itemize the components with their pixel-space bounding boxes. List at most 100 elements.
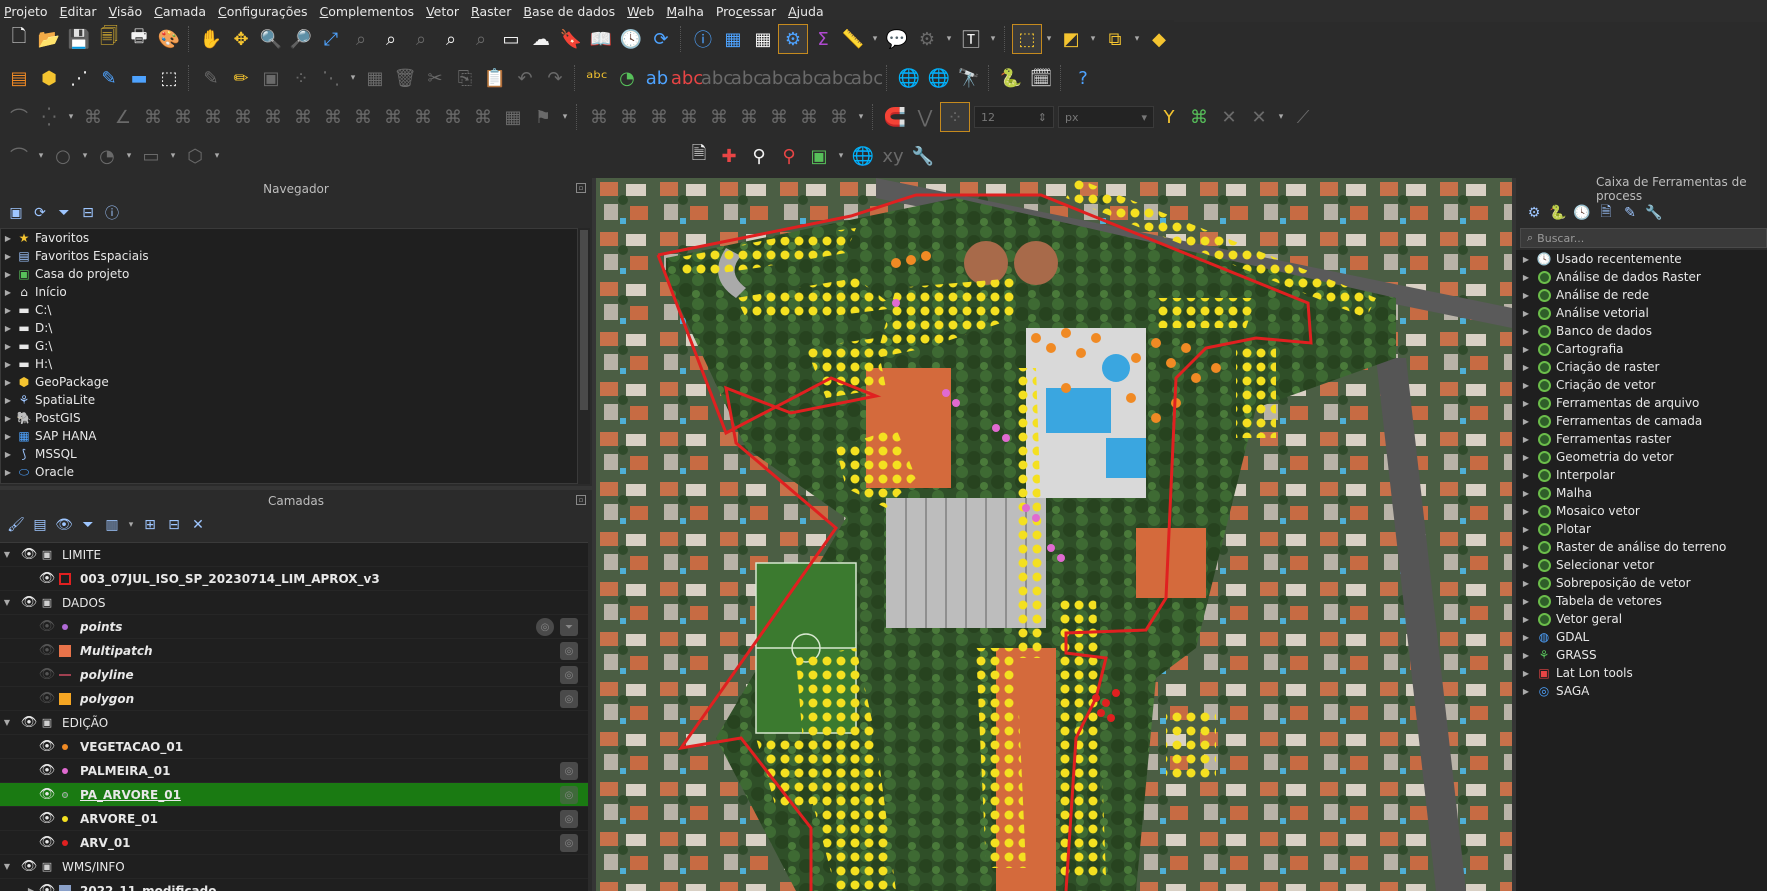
label-layer-icon[interactable]: ᵃᵇᶜ <box>582 63 612 93</box>
new-temp-layer-icon[interactable]: ⋰ <box>64 63 94 93</box>
add-wms-icon[interactable]: 🌐 <box>894 63 924 93</box>
expand-all-icon[interactable]: ⊞ <box>138 513 162 537</box>
expand-arrow-icon[interactable]: ▶ <box>1 306 15 315</box>
float-panel-icon[interactable]: ▫ <box>576 495 586 505</box>
browser-item-7[interactable]: ▶ ▬ H:\ <box>1 355 577 373</box>
layer-item-polyline[interactable]: 👁 polyline ◎ <box>0 663 588 687</box>
indicator-icon[interactable]: ◎ <box>560 834 578 852</box>
delete-selected-icon[interactable]: 🗑 <box>390 63 420 93</box>
add-wfs-icon[interactable]: 🌐 <box>924 63 954 93</box>
filter-indicator-icon[interactable]: ⏷ <box>560 618 578 636</box>
add-group-icon[interactable]: ▤ <box>28 513 52 537</box>
attribute-table-icon[interactable]: ▦ <box>718 24 748 54</box>
menu-item-3[interactable]: Camada <box>154 4 214 19</box>
toolbox-group-10[interactable]: ▶ Ferramentas raster <box>1516 430 1767 448</box>
expand-arrow-icon[interactable]: ▶ <box>1516 633 1536 642</box>
expand-arrow-icon[interactable]: ▶ <box>1 468 15 477</box>
collapse-arrow-icon[interactable]: ▼ <box>0 598 14 607</box>
indicator-icon[interactable]: ◎ <box>560 690 578 708</box>
select-location-icon[interactable]: ◆ <box>1144 24 1174 54</box>
menu-item-8[interactable]: Base de dados <box>523 4 623 19</box>
zoom-next-icon[interactable]: ⌕ <box>466 24 496 54</box>
highlight-labels-icon[interactable]: ab <box>642 63 672 93</box>
processing-toolbox-icon[interactable]: ⚙ <box>778 24 808 54</box>
gps-icon[interactable]: ✚ <box>714 141 744 171</box>
zoom-layer-icon[interactable]: ⌕ <box>376 24 406 54</box>
redo-icon[interactable]: ↷ <box>540 63 570 93</box>
eye-hidden-icon[interactable]: 👁 <box>38 667 56 682</box>
toolbox-group-12[interactable]: ▶ Interpolar <box>1516 466 1767 484</box>
modify-attributes-icon[interactable]: ▦ <box>360 63 390 93</box>
filter-dropdown-icon[interactable]: ▾ <box>124 510 138 540</box>
actions-dropdown-icon[interactable]: ▾ <box>942 24 956 54</box>
browser-item-11[interactable]: ▶ ▦ SAP HANA <box>1 427 577 445</box>
python-console-icon[interactable]: 🐍 <box>996 63 1026 93</box>
menu-item-4[interactable]: Configurações <box>218 4 316 19</box>
expand-arrow-icon[interactable]: ▶ <box>1516 291 1536 300</box>
measure-icon[interactable]: 📏 <box>838 24 868 54</box>
layer-item-polygon[interactable]: 👁 polygon ◎ <box>0 687 588 711</box>
label-properties-icon[interactable]: abc <box>851 63 883 93</box>
toolbox-group-24[interactable]: ▶ ◎ SAGA <box>1516 682 1767 700</box>
menu-item-12[interactable]: Ajuda <box>788 4 832 19</box>
eye-hidden-icon[interactable]: 👁 <box>38 691 56 706</box>
snap-all-icon[interactable]: ⌘ <box>704 102 734 132</box>
circle-dropdown-icon[interactable]: ▾ <box>78 141 92 171</box>
indicator-icon[interactable]: ◎ <box>560 786 578 804</box>
layer-item-wms[interactable]: ▶ 👁 2022_11_modificado <box>0 879 588 891</box>
toolbox-group-11[interactable]: ▶ Geometria do vetor <box>1516 448 1767 466</box>
expand-arrow-icon[interactable]: ▶ <box>1 252 15 261</box>
new-print-layout-icon[interactable]: 🖶 <box>124 24 154 54</box>
layer-item-vegetacao[interactable]: 👁 VEGETACAO_01 <box>0 735 588 759</box>
history-icon[interactable]: 🕓 <box>1570 201 1594 225</box>
expand-arrow-icon[interactable]: ▶ <box>24 886 38 891</box>
snap-centroid-icon[interactable]: ⌘ <box>824 102 854 132</box>
merge-features-icon[interactable]: ⌘ <box>228 102 258 132</box>
rectangle-dropdown-icon[interactable]: ▾ <box>166 141 180 171</box>
temporal-controller-icon[interactable]: 🕓 <box>616 24 646 54</box>
eye-icon[interactable]: 👁 <box>38 763 56 778</box>
snap-unit-select[interactable]: px ▾ <box>1058 106 1154 128</box>
virtual-layer-icon[interactable]: ⬚ <box>154 63 184 93</box>
undo-icon[interactable]: ↶ <box>510 63 540 93</box>
indicator-icon[interactable]: ◎ <box>536 618 554 636</box>
layer-item-arvore[interactable]: 👁 ARVORE_01 ◎ <box>0 807 588 831</box>
metasearch-icon[interactable]: 🔭 <box>954 63 984 93</box>
snapping-magnet-icon[interactable]: 🧲 <box>880 102 910 132</box>
eye-icon[interactable]: 👁 <box>38 787 56 802</box>
browser-item-0[interactable]: ▶ ★ Favoritos <box>1 229 577 247</box>
float-panel-icon[interactable]: ▫ <box>576 183 586 193</box>
expand-arrow-icon[interactable]: ▶ <box>1516 525 1536 534</box>
expand-arrow-icon[interactable]: ▶ <box>1516 435 1536 444</box>
label-toolbar-icon[interactable]: abc <box>671 63 703 93</box>
toolbox-group-18[interactable]: ▶ Sobreposição de vetor <box>1516 574 1767 592</box>
browser-item-5[interactable]: ▶ ▬ D:\ <box>1 319 577 337</box>
snapping-config-icon[interactable]: ⌘ <box>644 102 674 132</box>
browser-item-9[interactable]: ▶ ⚘ SpatiaLite <box>1 391 577 409</box>
layer-item-arv[interactable]: 👁 ARV_01 ◎ <box>0 831 588 855</box>
select-by-value-icon[interactable]: ◩ <box>1056 24 1086 54</box>
menu-item-11[interactable]: Processar <box>716 4 784 19</box>
offset-curve-icon[interactable]: ⌘ <box>138 102 168 132</box>
style-manager-icon[interactable]: 🎨 <box>154 24 184 54</box>
layer-group-dados[interactable]: ▼ 👁 ▣ DADOS <box>0 591 588 615</box>
eye-icon[interactable]: 👁 <box>38 883 56 891</box>
snap-type-icon[interactable]: ⋁ <box>910 102 940 132</box>
add-part-icon[interactable]: ⌘ <box>378 102 408 132</box>
zoom-native-icon[interactable]: ⌕ <box>406 24 436 54</box>
eye-icon[interactable]: 👁 <box>20 547 38 562</box>
vertex-editor-icon[interactable]: ▦ <box>498 102 528 132</box>
toolbox-group-21[interactable]: ▶ ◍ GDAL <box>1516 628 1767 646</box>
expand-arrow-icon[interactable]: ▶ <box>1516 327 1536 336</box>
expand-arrow-icon[interactable]: ▶ <box>1516 615 1536 624</box>
eye-icon[interactable]: 👁 <box>38 739 56 754</box>
open-project-icon[interactable]: 📂 <box>34 24 64 54</box>
merge-attributes-icon[interactable]: ⌘ <box>258 102 288 132</box>
copy-features-icon[interactable]: ⎘ <box>450 63 480 93</box>
eye-hidden-icon[interactable]: 👁 <box>38 619 56 634</box>
toolbox-group-22[interactable]: ▶ ⚘ GRASS <box>1516 646 1767 664</box>
expand-arrow-icon[interactable]: ▶ <box>1 450 15 459</box>
eye-icon[interactable]: 👁 <box>38 571 56 586</box>
map-render[interactable] <box>596 178 1512 891</box>
georef-icon[interactable]: 🗎 <box>684 141 714 171</box>
